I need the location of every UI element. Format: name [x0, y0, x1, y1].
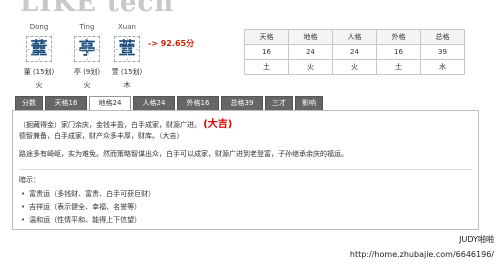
hint-item: • 温和运（性情平和、能得上下信望） — [21, 215, 141, 225]
ge-table: 天格 地格 人格 外格 总格 16 24 24 16 39 土 火 火 土 水 — [244, 29, 465, 75]
hint-item: • 富贵运（多钱财、富贵、白手可获巨财） — [21, 189, 155, 199]
ge-element: 土 — [376, 59, 421, 75]
content-line-3: 路途多有崎岖，实为难免。然而策略智谋出众，白手可以成家，财源广进到老登富，子孙继… — [19, 150, 348, 158]
ge-number: 16 — [244, 44, 289, 60]
ge-header: 地格 — [288, 29, 333, 45]
name-char-1: Dong 董 董 (15划) 火 — [16, 22, 62, 90]
divider — [19, 169, 472, 170]
hint-title: 暗示： — [19, 176, 40, 184]
tab-yingxiang[interactable]: 影响 — [295, 96, 323, 111]
bullet-icon: • — [21, 216, 26, 224]
char-box: 亭 — [74, 36, 100, 62]
ge-element: 火 — [288, 59, 333, 75]
pinyin: Xuan — [118, 23, 136, 31]
content-line-1: （掘藏得金）家门余庆，金钱丰盈，白手成家，财源广进。 (大吉) — [19, 115, 232, 130]
char-element: 木 — [123, 81, 131, 89]
tab-sancai[interactable]: 三才 — [265, 96, 293, 111]
tab-renge[interactable]: 人格24 — [133, 96, 175, 111]
name-score: -> 92.65分 — [148, 39, 195, 48]
ge-number: 24 — [332, 44, 377, 60]
bullet-icon: • — [21, 190, 26, 198]
line-1-text: （掘藏得金）家门余庆，金钱丰盈，白手成家，财源广进。 — [19, 121, 201, 129]
tab-dige[interactable]: 地格24 — [89, 96, 131, 111]
ge-element-row: 土 火 火 土 水 — [244, 59, 465, 75]
ge-header: 人格 — [332, 29, 377, 45]
ge-number: 24 — [288, 44, 333, 60]
stroke-count: 萱 (15划) — [111, 68, 143, 76]
char-box: 萱 — [114, 36, 140, 62]
tab-waige[interactable]: 外格16 — [177, 96, 219, 111]
site-logo: LIKE tech — [20, 0, 175, 18]
ge-element: 火 — [332, 59, 377, 75]
char-element: 火 — [35, 81, 43, 89]
ge-header: 天格 — [244, 29, 289, 45]
ge-element: 土 — [244, 59, 289, 75]
hint-text: 吉祥运（表示健全、幸福、名誉等） — [29, 203, 142, 211]
ge-header-row: 天格 地格 人格 外格 总格 — [244, 29, 465, 45]
stroke-count: 董 (15划) — [23, 68, 55, 76]
hint-text: 温和运（性情平和、能得上下信望） — [29, 216, 142, 224]
dige-panel: （掘藏得金）家门余庆，金钱丰盈，白手成家，财源广进。 (大吉) 德智兼备，白手成… — [12, 110, 479, 230]
ge-header: 总格 — [420, 29, 465, 45]
credit-text: JUDY啪啪 — [459, 235, 494, 244]
tab-zongge[interactable]: 总格39 — [221, 96, 263, 111]
ge-number-row: 16 24 24 16 39 — [244, 44, 465, 60]
ge-element: 水 — [420, 59, 465, 75]
char-box: 董 — [26, 36, 52, 62]
bullet-icon: • — [21, 203, 26, 211]
ge-header: 外格 — [376, 29, 421, 45]
hint-text: 富贵运（多钱财、富贵、白手可获巨财） — [29, 190, 156, 198]
tab-score[interactable]: 分数 — [15, 96, 43, 111]
tab-tiange[interactable]: 天格16 — [45, 96, 87, 111]
fortune-mark: (大吉) — [203, 119, 233, 130]
source-url: http://home.zhubajie.com/6646196/ — [349, 250, 494, 259]
pinyin: Dong — [29, 23, 49, 31]
content-line-2: 德智兼备，白手成家，财产众多丰厚，财库。（大吉） — [19, 132, 184, 140]
name-char-3: Xuan 萱 萱 (15划) 木 — [104, 22, 150, 90]
ge-number: 39 — [420, 44, 465, 60]
hint-item: • 吉祥运（表示健全、幸福、名誉等） — [21, 202, 141, 212]
ge-number: 16 — [376, 44, 421, 60]
